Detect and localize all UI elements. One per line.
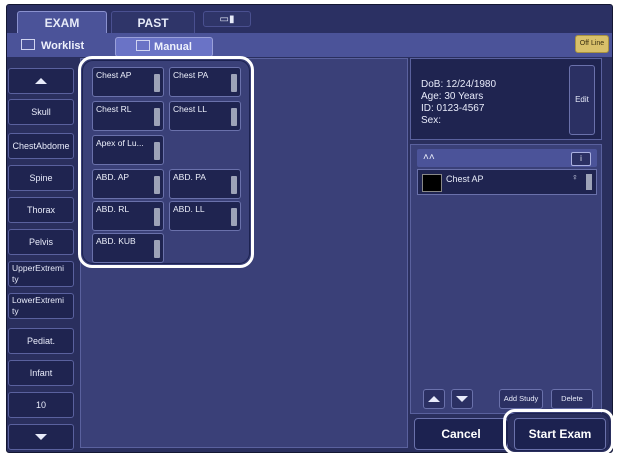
subtab-worklist-label: Worklist (41, 40, 85, 52)
move-up-button[interactable] (423, 389, 445, 409)
study-row[interactable]: Chest AP ♀ (417, 169, 597, 195)
top-tab-bar: EXAM PAST ▭▮ (7, 5, 612, 33)
delete-button[interactable]: Delete (551, 389, 593, 409)
patient-sex: Sex: (421, 115, 442, 126)
category-column: Skull ChestAbdome Spine Thorax Pelvis Up… (8, 58, 74, 450)
sub-tab-bar: Worklist Manual (7, 33, 612, 57)
person-icon: ♀ (571, 172, 579, 182)
study-list-header: ˄˄ i (417, 149, 597, 167)
category-10[interactable]: 10 (8, 392, 74, 418)
category-chestabdomen[interactable]: ChestAbdome (8, 133, 74, 159)
chevron-down-icon (35, 434, 47, 440)
offline-badge: Off Line (575, 35, 609, 53)
category-pediat[interactable]: Pediat. (8, 328, 74, 354)
chevron-up-icon (35, 78, 47, 84)
category-skull[interactable]: Skull (8, 99, 74, 125)
subtab-manual[interactable]: Manual (115, 37, 213, 57)
collapse-chevron-icon[interactable]: ˄˄ (423, 152, 435, 163)
category-lowerextremity[interactable]: LowerExtremi ty (8, 293, 74, 319)
patient-age: Age: 30 Years (421, 91, 484, 102)
list-icon (21, 39, 35, 50)
patient-info-panel: DoB: 12/24/1980 Age: 30 Years ID: 0123-4… (410, 58, 602, 140)
subtab-manual-label: Manual (154, 41, 192, 53)
category-thorax[interactable]: Thorax (8, 197, 74, 223)
study-row-label: Chest AP (446, 174, 484, 184)
hand-icon (136, 40, 151, 51)
patient-id: ID: 0123-4567 (421, 103, 485, 114)
category-upperextremity[interactable]: UpperExtremi ty (8, 261, 74, 287)
category-infant[interactable]: Infant (8, 360, 74, 386)
move-down-button[interactable] (451, 389, 473, 409)
add-study-button[interactable]: Add Study (499, 389, 543, 409)
start-exam-highlight-inner (507, 413, 610, 451)
study-list-panel: ˄˄ i Chest AP ♀ Add Study Delete (410, 144, 602, 414)
category-pelvis[interactable]: Pelvis (8, 229, 74, 255)
subtab-worklist[interactable]: Worklist (21, 37, 84, 55)
chevron-up-icon (428, 396, 440, 403)
category-down-button[interactable] (8, 424, 74, 450)
cancel-button[interactable]: Cancel (414, 418, 508, 450)
tab-past[interactable]: PAST (111, 11, 195, 33)
category-up-button[interactable] (8, 68, 74, 94)
patient-dob: DoB: 12/24/1980 (421, 79, 497, 90)
monitor-icon[interactable]: ▭▮ (203, 11, 251, 27)
protocol-highlight-inner (82, 60, 250, 264)
chevron-down-icon (456, 396, 468, 403)
study-thumbnail (422, 174, 442, 192)
tab-exam[interactable]: EXAM (17, 11, 107, 33)
edit-patient-button[interactable]: Edit (569, 65, 595, 135)
info-icon[interactable]: i (571, 152, 591, 166)
study-row-bar (586, 174, 592, 190)
category-spine[interactable]: Spine (8, 165, 74, 191)
